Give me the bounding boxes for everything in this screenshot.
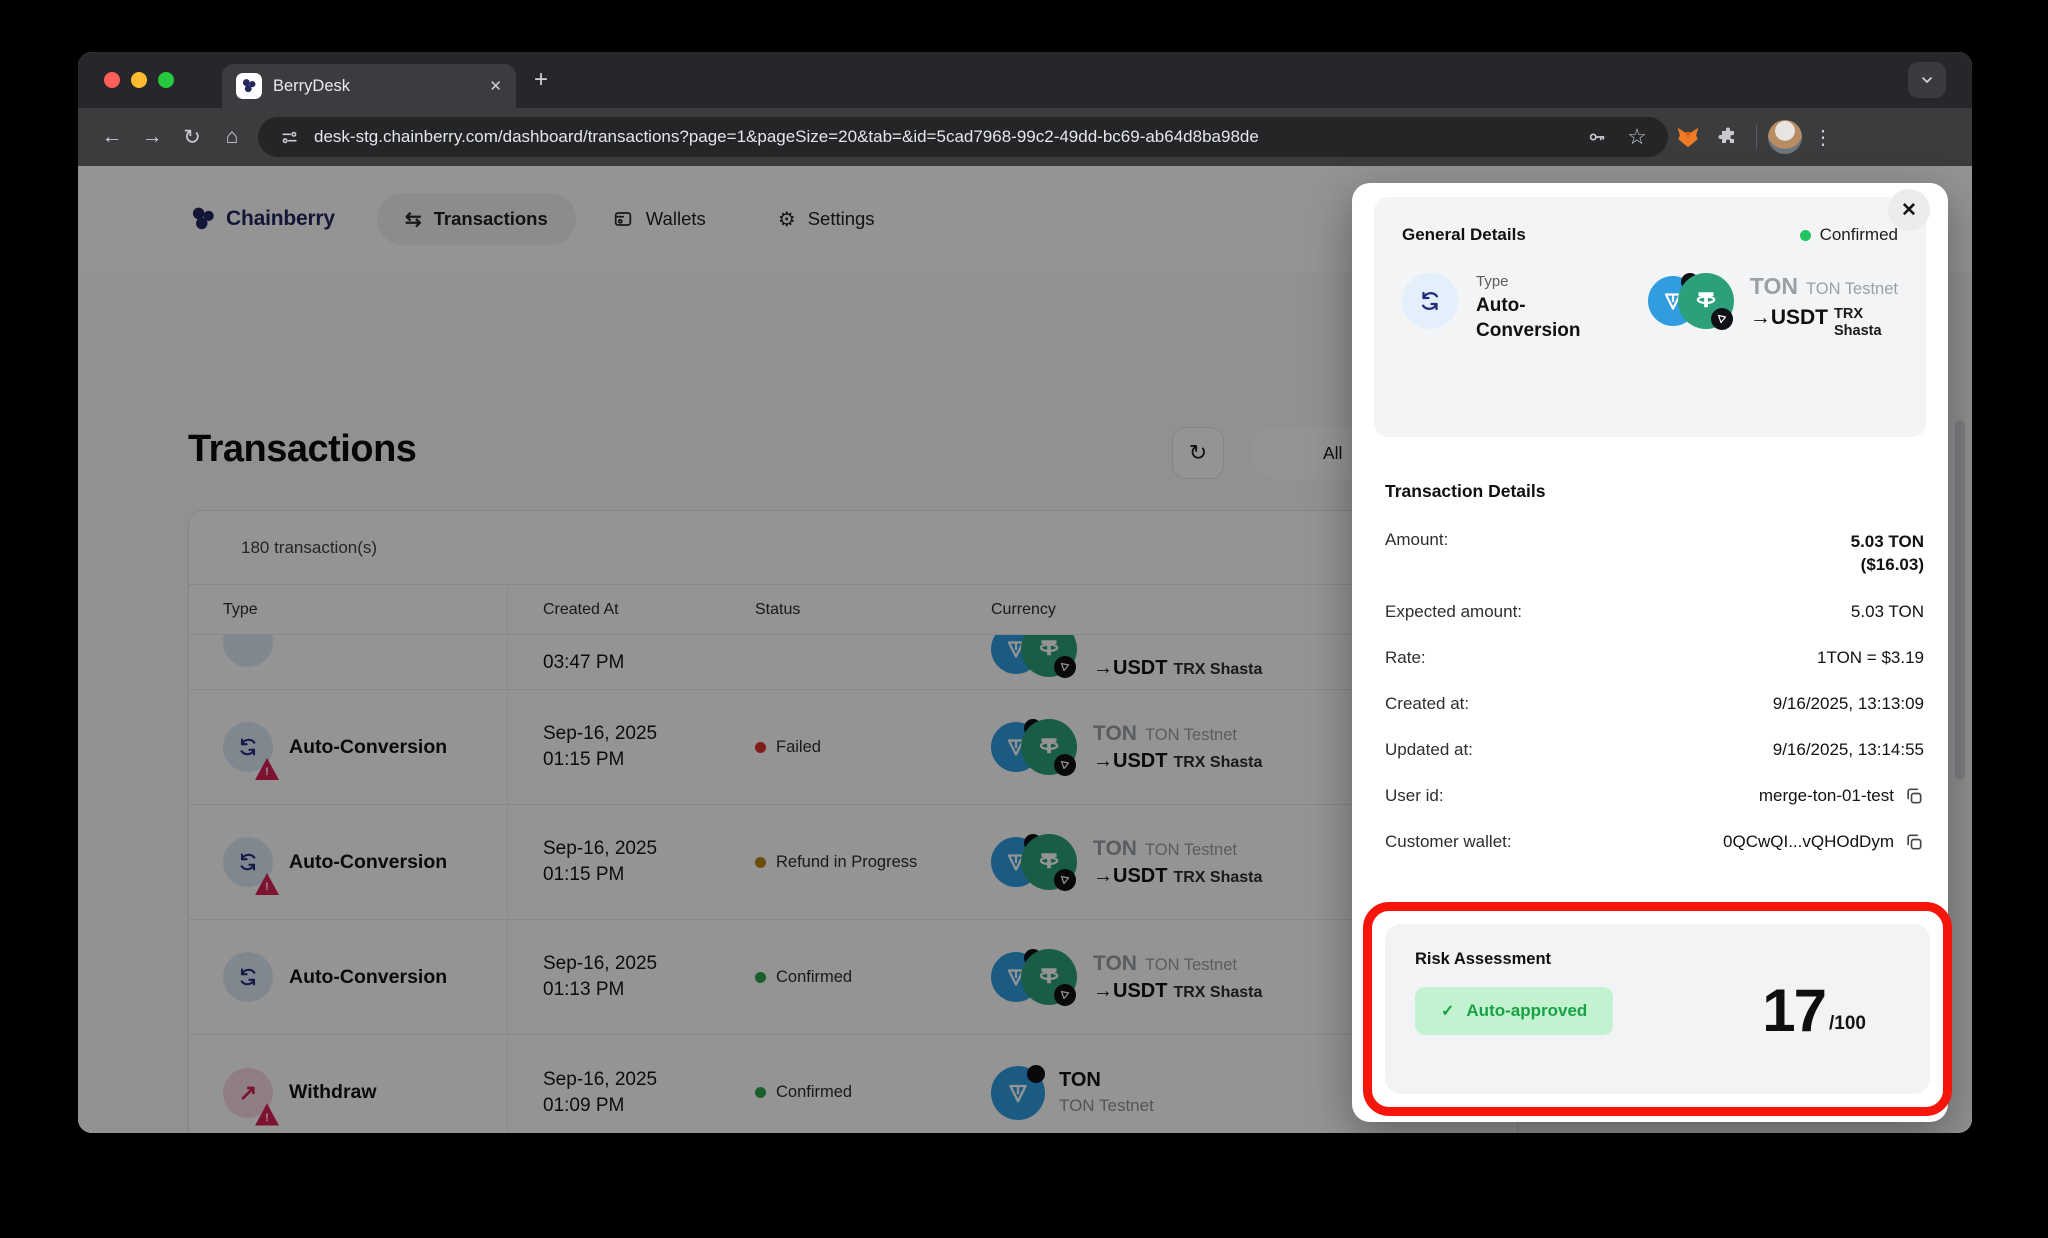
detail-row-updated: Updated at: 9/16/2025, 13:14:55 xyxy=(1385,740,1924,760)
minimize-window-button[interactable] xyxy=(131,72,147,88)
general-details-card: General Details Confirmed Type Auto-Conv… xyxy=(1374,197,1926,437)
browser-toolbar: ← → ↻ ⌂ desk-stg.chainberry.com/dashboar… xyxy=(78,108,1972,166)
risk-score: 17 /100 xyxy=(1762,985,1900,1037)
detail-row-amount: Amount: 5.03 TON ($16.03) xyxy=(1385,530,1924,576)
forward-button[interactable]: → xyxy=(132,117,172,157)
browser-tab[interactable]: BerryDesk ✕ xyxy=(222,64,516,108)
currency-from: TON xyxy=(1750,273,1798,299)
berry-logo-icon xyxy=(240,77,258,95)
toolbar-divider xyxy=(1756,125,1757,149)
macos-window-controls xyxy=(104,72,174,88)
detail-row-user-id: User id: merge-ton-01-test xyxy=(1385,786,1924,806)
detail-value: 9/16/2025, 13:13:09 xyxy=(1773,694,1924,714)
red-highlight-annotation: Risk Assessment ✓ Auto-approved 17 /100 xyxy=(1363,902,1952,1116)
fox-icon xyxy=(1675,124,1701,150)
tab-search-button[interactable] xyxy=(1908,62,1946,98)
browser-window: BerryDesk ✕ + ← → ↻ ⌂ desk-stg.chainberr… xyxy=(78,52,1972,1133)
reload-button[interactable]: ↻ xyxy=(172,117,212,157)
check-icon: ✓ xyxy=(1441,1001,1454,1021)
detail-row-created: Created at: 9/16/2025, 13:13:09 xyxy=(1385,694,1924,714)
currency-to: →USDT xyxy=(1750,306,1828,330)
detail-value: 9/16/2025, 13:14:55 xyxy=(1773,740,1924,760)
detail-value: 0QCwQI...vQHOdDym xyxy=(1723,832,1894,852)
site-info-icon[interactable] xyxy=(274,128,304,147)
url-text[interactable]: desk-stg.chainberry.com/dashboard/transa… xyxy=(314,127,1572,147)
risk-assessment-card: Risk Assessment ✓ Auto-approved 17 /100 xyxy=(1385,924,1930,1094)
detail-label: Customer wallet: xyxy=(1385,832,1512,852)
avatar xyxy=(1768,120,1802,154)
metamask-extension-icon[interactable] xyxy=(1668,117,1708,157)
detail-value: 5.03 TON xyxy=(1851,602,1924,622)
copy-icon[interactable] xyxy=(1904,786,1924,806)
detail-label: Expected amount: xyxy=(1385,602,1522,622)
copy-icon[interactable] xyxy=(1904,832,1924,852)
tab-title: BerryDesk xyxy=(273,77,478,96)
extensions-puzzle-icon[interactable] xyxy=(1708,117,1748,157)
currency-to-network-line2: Shasta xyxy=(1834,323,1882,340)
site-favicon xyxy=(236,73,262,99)
auto-approved-label: Auto-approved xyxy=(1466,1001,1587,1021)
amount-value: 5.03 TON xyxy=(1851,530,1924,553)
detail-row-expected: Expected amount: 5.03 TON xyxy=(1385,602,1924,622)
browser-menu-button[interactable]: ⋮ xyxy=(1805,125,1841,150)
type-value: Auto-Conversion xyxy=(1476,293,1608,343)
detail-label: Created at: xyxy=(1385,694,1469,714)
currency-from-network: TON Testnet xyxy=(1806,280,1898,298)
address-bar[interactable]: desk-stg.chainberry.com/dashboard/transa… xyxy=(258,117,1668,157)
auto-conversion-icon xyxy=(1402,273,1458,329)
detail-label: Rate: xyxy=(1385,648,1426,668)
browser-tab-strip: BerryDesk ✕ + xyxy=(78,52,1972,108)
close-panel-button[interactable]: ✕ xyxy=(1888,189,1930,231)
home-button[interactable]: ⌂ xyxy=(212,117,252,157)
tab-close-icon[interactable]: ✕ xyxy=(489,77,502,95)
auto-approved-badge: ✓ Auto-approved xyxy=(1415,987,1613,1035)
page-scrollbar[interactable] xyxy=(1955,420,1965,780)
bookmark-star-icon[interactable]: ☆ xyxy=(1622,124,1652,150)
detail-row-customer-wallet: Customer wallet: 0QCwQI...vQHOdDym xyxy=(1385,832,1924,852)
profile-avatar[interactable] xyxy=(1765,117,1805,157)
detail-label: Updated at: xyxy=(1385,740,1473,760)
amount-usd-value: ($16.03) xyxy=(1851,553,1924,576)
detail-value: merge-ton-01-test xyxy=(1759,786,1894,806)
currency-coins xyxy=(1648,273,1736,329)
detail-label: User id: xyxy=(1385,786,1444,806)
panel-currency: TON TON Testnet →USDT TRX Shasta xyxy=(1648,273,1898,343)
panel-status-badge: Confirmed xyxy=(1800,225,1898,245)
risk-score-value: 17 xyxy=(1762,985,1825,1037)
screenshot-canvas: BerryDesk ✕ + ← → ↻ ⌂ desk-stg.chainberr… xyxy=(0,0,2048,1238)
detail-row-rate: Rate: 1TON = $3.19 xyxy=(1385,648,1924,668)
type-label: Type xyxy=(1476,273,1608,290)
transaction-details-title: Transaction Details xyxy=(1385,481,1948,502)
detail-value: 1TON = $3.19 xyxy=(1817,648,1924,668)
tron-badge-icon xyxy=(1711,308,1733,330)
chevron-down-icon xyxy=(1919,72,1935,88)
risk-assessment-title: Risk Assessment xyxy=(1415,950,1900,969)
status-label: Confirmed xyxy=(1820,225,1898,245)
new-tab-button[interactable]: + xyxy=(534,68,548,92)
close-window-button[interactable] xyxy=(104,72,120,88)
zoom-window-button[interactable] xyxy=(158,72,174,88)
general-details-title: General Details xyxy=(1402,225,1526,245)
currency-to-network-line1: TRX xyxy=(1834,306,1882,323)
risk-score-denominator: /100 xyxy=(1829,1011,1866,1037)
back-button[interactable]: ← xyxy=(92,117,132,157)
detail-label: Amount: xyxy=(1385,530,1448,550)
status-dot xyxy=(1800,230,1811,241)
password-key-icon[interactable] xyxy=(1582,127,1612,147)
transaction-detail-panel: ✕ General Details Confirmed T xyxy=(1352,183,1948,1122)
puzzle-icon xyxy=(1716,125,1740,149)
